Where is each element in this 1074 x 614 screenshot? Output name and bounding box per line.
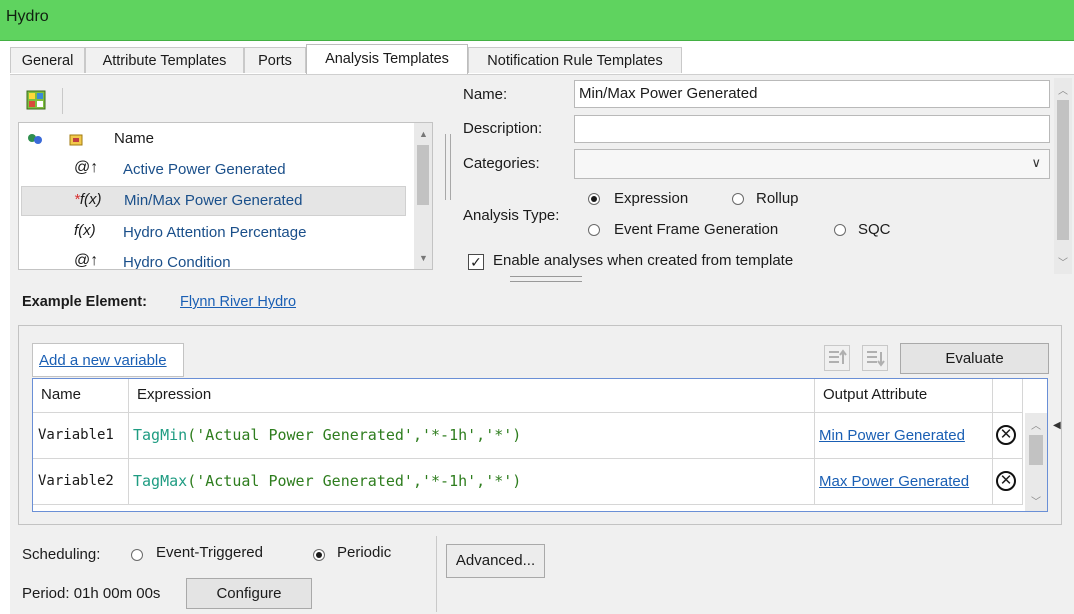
event-triggered-label: Event-Triggered [156, 544, 263, 561]
delete-variable-icon[interactable]: ✕ [996, 471, 1016, 491]
name-input[interactable]: Min/Max Power Generated [574, 80, 1050, 108]
tab-attribute-templates[interactable]: Attribute Templates [85, 47, 244, 73]
expression-cell[interactable]: TagMin('Actual Power Generated','*-1h','… [129, 413, 815, 459]
scroll-down-icon[interactable]: ▼ [419, 253, 428, 263]
tab-strip: General Attribute Templates Ports Analys… [10, 44, 1074, 75]
new-template-icon[interactable] [26, 90, 46, 110]
add-variable-tab[interactable]: Add a new variable [32, 343, 184, 377]
scroll-thumb[interactable] [1029, 435, 1043, 465]
list-item-label: Active Power Generated [123, 161, 286, 178]
column-header-output-attribute[interactable]: Output Attribute [815, 379, 993, 413]
window-title: Hydro [6, 8, 49, 25]
sqc-radio-label: SQC [858, 221, 891, 238]
expression-icon: f(x) [74, 222, 96, 239]
horizontal-splitter[interactable] [510, 276, 582, 282]
rollup-radio-label: Rollup [756, 190, 799, 207]
scroll-up-icon[interactable]: ︿ [1031, 417, 1041, 432]
expression-cell[interactable]: TagMax('Actual Power Generated','*-1h','… [129, 459, 815, 505]
analysis-type-label: Analysis Type: [463, 207, 560, 224]
enable-analyses-checkbox[interactable]: ✓ [468, 254, 484, 270]
advanced-button[interactable]: Advanced... [446, 544, 545, 578]
output-attribute-link[interactable]: Max Power Generated [819, 473, 969, 490]
expression-arguments: ('Actual Power Generated','*-1h','*') [187, 426, 522, 444]
variable-name-cell[interactable]: Variable1 [33, 413, 129, 459]
grid-scrollbar[interactable]: ︿ ﹀ [1025, 413, 1047, 511]
event-frame-radio-label: Event Frame Generation [614, 221, 779, 238]
periodic-label: Periodic [337, 544, 392, 561]
list-item[interactable]: f(x) Hydro Attention Percentage [19, 217, 414, 247]
output-attribute-link[interactable]: Min Power Generated [819, 427, 965, 444]
sqc-radio[interactable] [834, 221, 850, 237]
column-header-name[interactable]: Name [33, 379, 129, 413]
evaluate-button[interactable]: Evaluate [900, 343, 1049, 374]
list-item[interactable]: @↑ Active Power Generated [19, 155, 414, 185]
scheduling-divider [436, 536, 437, 612]
output-attribute-cell[interactable]: Max Power Generated [815, 459, 993, 505]
window-titlebar: Hydro [0, 0, 1074, 41]
variable-name-cell[interactable]: Variable2 [33, 459, 129, 505]
period-text: Period: 01h 00m 00s [22, 585, 161, 602]
move-down-icon[interactable] [862, 345, 888, 371]
list-item-label: Hydro Attention Percentage [123, 224, 307, 241]
tab-analysis-templates[interactable]: Analysis Templates [306, 44, 468, 75]
splitter-handle[interactable] [445, 134, 451, 200]
configure-button[interactable]: Configure [186, 578, 312, 609]
description-label: Description: [463, 120, 543, 137]
categories-dropdown[interactable]: ∨ [574, 149, 1050, 179]
move-up-icon[interactable] [824, 345, 850, 371]
event-frame-radio[interactable] [588, 221, 604, 237]
list-item[interactable]: @↑ Hydro Condition [19, 248, 414, 270]
scroll-thumb[interactable] [1057, 100, 1069, 240]
templates-toolbar [18, 84, 438, 118]
list-item-label: Min/Max Power Generated [124, 192, 303, 209]
chevron-down-icon: ∨ [1031, 155, 1041, 170]
description-input[interactable] [574, 115, 1050, 143]
expression-icon: *f(x) [74, 191, 102, 208]
template-list: Name @↑ Active Power Generated *f(x) Min… [18, 122, 433, 270]
list-scrollbar[interactable]: ▲ ▼ [414, 123, 432, 269]
delete-cell: ✕ [993, 413, 1023, 459]
delete-cell: ✕ [993, 459, 1023, 505]
type-column-icon [69, 133, 83, 146]
form-scrollbar[interactable]: ︿ ﹀ [1054, 78, 1072, 274]
name-label: Name: [463, 86, 508, 103]
collapse-arrow-icon[interactable]: ◀ [1053, 420, 1061, 431]
delete-variable-icon[interactable]: ✕ [996, 425, 1016, 445]
column-header-expression[interactable]: Expression [129, 379, 815, 413]
analysis-icon: @↑ [74, 159, 99, 176]
example-element-link[interactable]: Flynn River Hydro [180, 294, 296, 310]
expression-radio-label: Expression [614, 190, 689, 207]
add-variable-link[interactable]: Add a new variable [39, 352, 167, 369]
categories-label: Categories: [463, 155, 540, 172]
expression-arguments: ('Actual Power Generated','*-1h','*') [187, 472, 522, 490]
scroll-thumb[interactable] [417, 145, 429, 205]
expression-function: TagMax [133, 472, 188, 490]
scroll-down-icon[interactable]: ﹀ [1031, 493, 1041, 508]
status-column-icon [27, 132, 43, 146]
tab-notification-rule-templates[interactable]: Notification Rule Templates [468, 47, 682, 73]
expression-radio[interactable] [588, 190, 604, 206]
analysis-icon: @↑ [74, 252, 99, 269]
column-header-name[interactable]: Name [114, 130, 154, 147]
toolbar-divider [62, 88, 63, 114]
tab-general[interactable]: General [10, 47, 85, 73]
tab-ports[interactable]: Ports [244, 47, 306, 73]
scroll-down-icon[interactable]: ﹀ [1058, 254, 1068, 269]
example-element-label: Example Element: [22, 294, 147, 310]
list-item-label: Hydro Condition [123, 254, 231, 270]
enable-analyses-label: Enable analyses when created from templa… [493, 252, 794, 269]
template-list-header: Name [19, 123, 414, 155]
column-header-delete [993, 379, 1023, 413]
expression-function: TagMin [133, 426, 188, 444]
variables-grid: Name Expression Output Attribute Variabl… [32, 378, 1048, 512]
scroll-up-icon[interactable]: ︿ [1058, 82, 1068, 97]
periodic-radio[interactable] [313, 546, 329, 562]
rollup-radio[interactable] [732, 190, 748, 206]
scheduling-label: Scheduling: [22, 546, 101, 563]
output-attribute-cell[interactable]: Min Power Generated [815, 413, 993, 459]
event-triggered-radio[interactable] [131, 546, 147, 562]
list-item[interactable]: *f(x) Min/Max Power Generated [21, 186, 406, 216]
scroll-up-icon[interactable]: ▲ [419, 129, 428, 139]
